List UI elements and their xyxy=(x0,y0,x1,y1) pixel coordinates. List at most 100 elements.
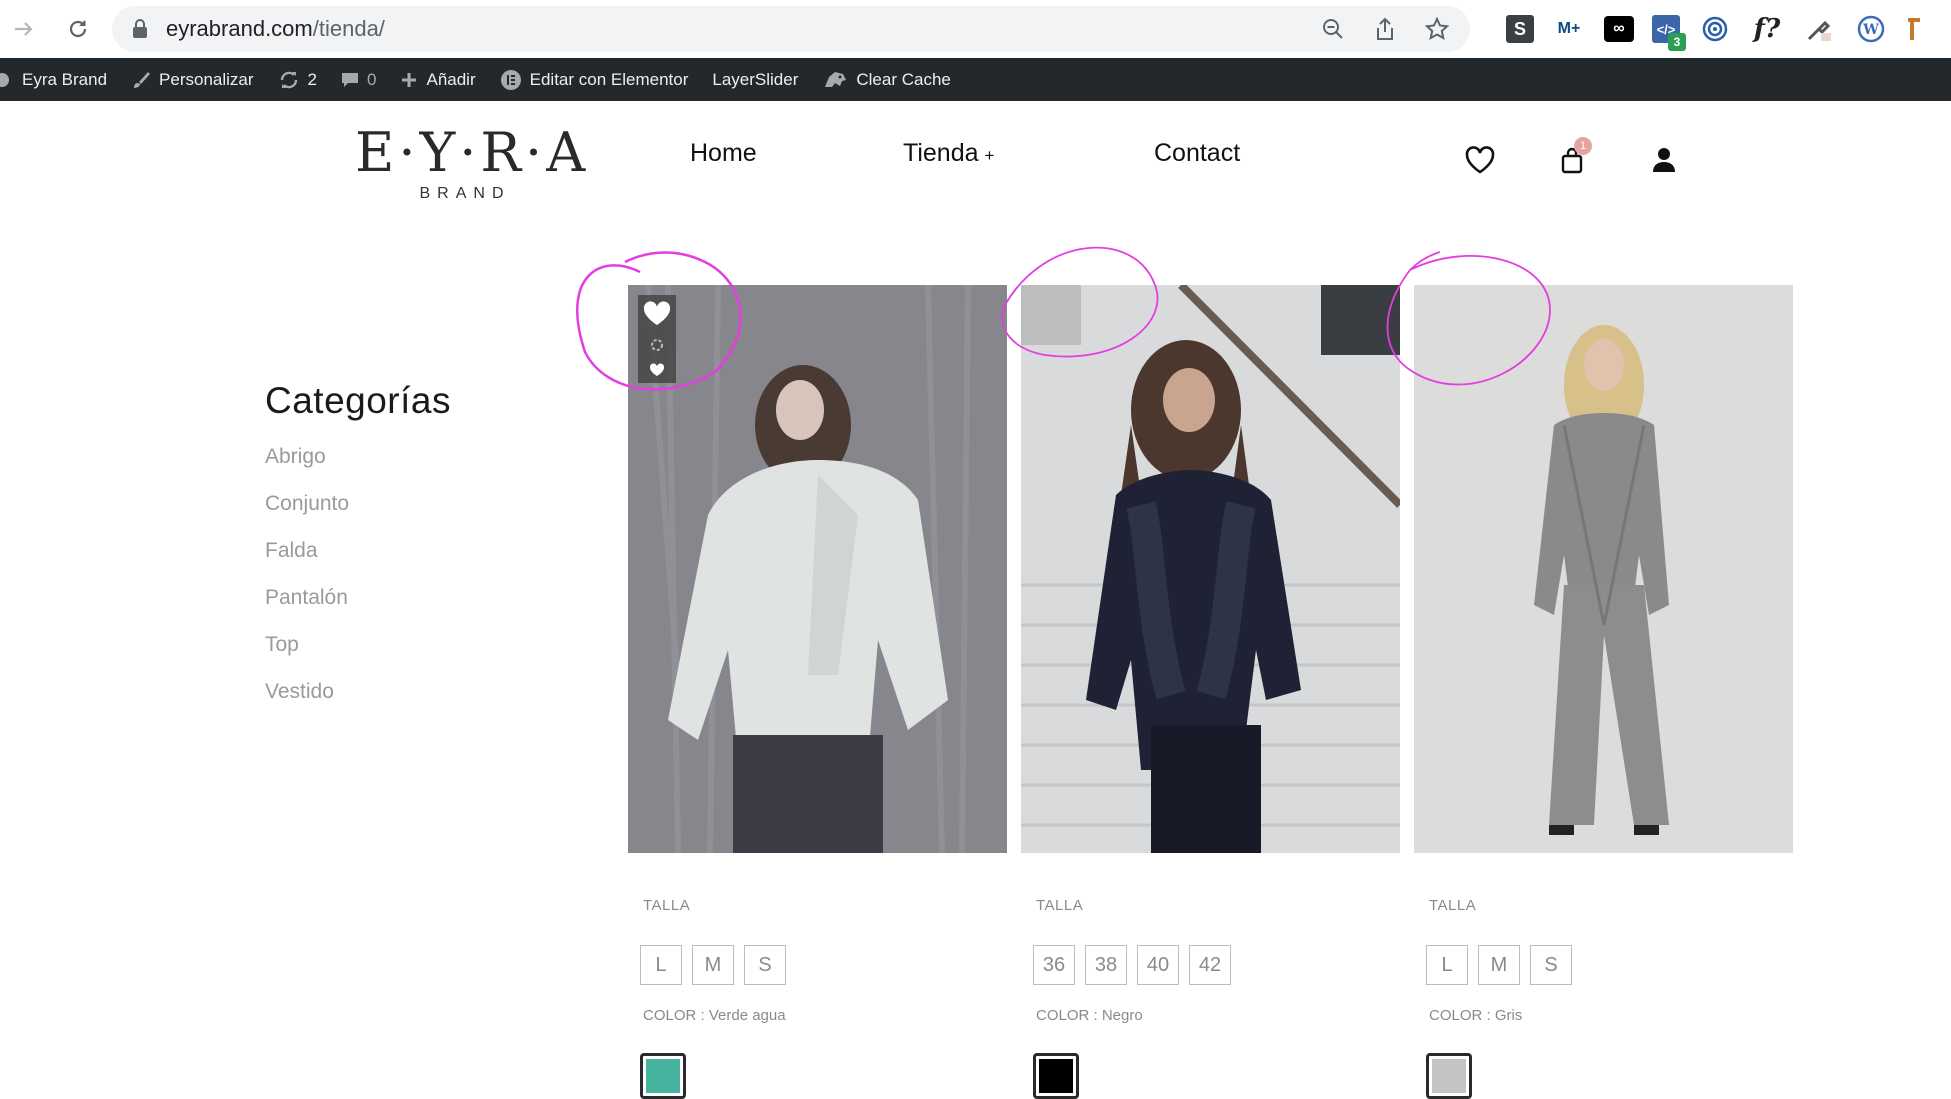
category-item[interactable]: Conjunto xyxy=(265,491,451,538)
product-card: TALLA 36 38 40 42 COLOR : Negro xyxy=(1021,285,1400,1099)
site-header: E·Y·R·A BRAND Home Tienda + Contact 1 xyxy=(0,101,1951,231)
menu-home-label: Home xyxy=(690,139,757,167)
size-option[interactable]: M xyxy=(692,945,734,985)
admin-customize-label: Personalizar xyxy=(159,69,254,89)
admin-updates-count: 2 xyxy=(307,69,318,89)
size-option[interactable]: L xyxy=(640,945,682,985)
product-image[interactable] xyxy=(1021,285,1400,853)
admin-clear-cache[interactable]: Clear Cache xyxy=(810,58,963,101)
cart-count-badge: 1 xyxy=(1574,137,1592,155)
size-option[interactable]: L xyxy=(1426,945,1468,985)
code-extension-icon[interactable]: </> 3 xyxy=(1652,15,1686,51)
admin-add-new-label: Añadir xyxy=(426,69,476,89)
size-option[interactable]: S xyxy=(744,945,786,985)
font-finder-extension-icon[interactable]: f? xyxy=(1750,12,1784,46)
size-option[interactable]: 40 xyxy=(1137,945,1179,985)
reload-icon[interactable] xyxy=(58,9,98,49)
menu-home[interactable]: Home xyxy=(690,139,757,168)
color-label: COLOR : Gris xyxy=(1429,1007,1523,1024)
product-card: TALLA L M S COLOR : Gris xyxy=(1414,285,1793,1099)
size-options: L M S xyxy=(640,945,786,985)
lock-icon xyxy=(132,19,150,39)
category-item[interactable]: Vestido xyxy=(265,679,451,726)
svg-text:W: W xyxy=(1862,22,1879,38)
plus-icon xyxy=(400,71,418,89)
logo-wordmark: E·Y·R·A xyxy=(355,121,590,184)
category-item[interactable]: Abrigo xyxy=(265,444,451,491)
color-label: COLOR : Negro xyxy=(1036,1007,1143,1024)
size-option[interactable]: S xyxy=(1530,945,1572,985)
wp-admin-bar: Eyra Brand Personalizar 2 0 Añadir Edita… xyxy=(0,58,1951,101)
admin-customize[interactable]: Personalizar xyxy=(119,58,266,101)
color-label: COLOR : Verde agua xyxy=(643,1007,786,1024)
url-path: /tienda/ xyxy=(312,16,385,41)
target-extension-icon[interactable] xyxy=(1698,12,1732,46)
ruler-extension-icon[interactable] xyxy=(1906,12,1920,46)
sidebar-title: Categorías xyxy=(265,380,451,421)
size-label: TALLA xyxy=(643,897,691,914)
category-item[interactable]: Pantalón xyxy=(265,585,451,632)
url-host: eyrabrand.com xyxy=(166,16,313,41)
logo-subtitle: BRAND xyxy=(419,185,511,202)
s-extension-icon[interactable]: S xyxy=(1506,15,1534,43)
small-heart-icon[interactable] xyxy=(649,363,665,377)
movistar-extension-icon[interactable]: M+ xyxy=(1552,12,1586,46)
size-label: TALLA xyxy=(1429,897,1477,914)
admin-updates[interactable]: 2 xyxy=(266,58,329,101)
size-option[interactable]: 38 xyxy=(1085,945,1127,985)
product-image[interactable] xyxy=(628,285,1007,853)
brush-icon xyxy=(131,70,151,90)
spinner-icon xyxy=(651,339,663,351)
menu-contact-label: Contact xyxy=(1154,139,1241,167)
size-label: TALLA xyxy=(1036,897,1084,914)
category-sidebar: Categorías Abrigo Conjunto Falda Pantaló… xyxy=(265,380,451,726)
category-item[interactable]: Falda xyxy=(265,538,451,585)
comment-icon xyxy=(341,71,359,89)
admin-site-name[interactable]: Eyra Brand xyxy=(0,58,119,101)
forward-icon[interactable] xyxy=(4,9,44,49)
account-user-icon[interactable] xyxy=(1646,143,1682,177)
admin-layerslider[interactable]: LayerSlider xyxy=(700,58,810,101)
wishlist-overlay xyxy=(638,295,676,383)
elementor-icon xyxy=(500,69,522,91)
admin-clear-cache-label: Clear Cache xyxy=(856,69,951,89)
size-option[interactable]: 36 xyxy=(1033,945,1075,985)
menu-tienda[interactable]: Tienda + xyxy=(903,139,994,168)
color-swatch[interactable] xyxy=(1426,1053,1472,1099)
category-item[interactable]: Top xyxy=(265,632,451,679)
eyedropper-extension-icon[interactable] xyxy=(1802,12,1836,46)
browser-toolbar: eyrabrand.com/tienda/ S M+ ∞ </> 3 f? W xyxy=(0,0,1951,58)
menu-tienda-label: Tienda xyxy=(903,139,979,167)
heart-icon[interactable] xyxy=(643,301,671,327)
menu-contact[interactable]: Contact xyxy=(1154,139,1240,168)
zoom-out-icon[interactable] xyxy=(1318,14,1348,44)
dashboard-icon xyxy=(0,71,14,89)
admin-edit-elementor[interactable]: Editar con Elementor xyxy=(488,58,701,101)
size-option[interactable]: 42 xyxy=(1189,945,1231,985)
wordpress-extension-icon[interactable]: W xyxy=(1854,12,1888,46)
menu-tienda-expand-icon[interactable]: + xyxy=(985,146,995,165)
product-image[interactable] xyxy=(1414,285,1793,853)
bookmark-star-icon[interactable] xyxy=(1422,14,1452,44)
admin-edit-elementor-label: Editar con Elementor xyxy=(529,69,689,89)
admin-layerslider-label: LayerSlider xyxy=(712,69,799,89)
admin-add-new[interactable]: Añadir xyxy=(388,58,487,101)
address-bar[interactable]: eyrabrand.com/tienda/ xyxy=(112,6,1470,52)
admin-comments[interactable]: 0 xyxy=(329,58,388,101)
cart-bag-icon[interactable]: 1 xyxy=(1554,137,1592,177)
admin-site-name-label: Eyra Brand xyxy=(22,69,108,89)
brand-logo[interactable]: E·Y·R·A BRAND xyxy=(355,121,590,203)
updates-icon xyxy=(278,70,300,90)
color-swatch[interactable] xyxy=(1033,1053,1079,1099)
size-option[interactable]: M xyxy=(1478,945,1520,985)
size-options: 36 38 40 42 xyxy=(1033,945,1231,985)
share-icon[interactable] xyxy=(1370,14,1400,44)
color-swatch[interactable] xyxy=(640,1053,686,1099)
size-options: L M S xyxy=(1426,945,1572,985)
infinity-extension-icon[interactable]: ∞ xyxy=(1604,16,1634,42)
extension-badge: 3 xyxy=(1668,33,1686,51)
admin-comments-count: 0 xyxy=(367,69,377,89)
wishlist-heart-icon[interactable] xyxy=(1462,143,1498,177)
cheetah-icon xyxy=(822,69,848,91)
product-card: TALLA L M S COLOR : Verde agua xyxy=(628,285,1007,1099)
